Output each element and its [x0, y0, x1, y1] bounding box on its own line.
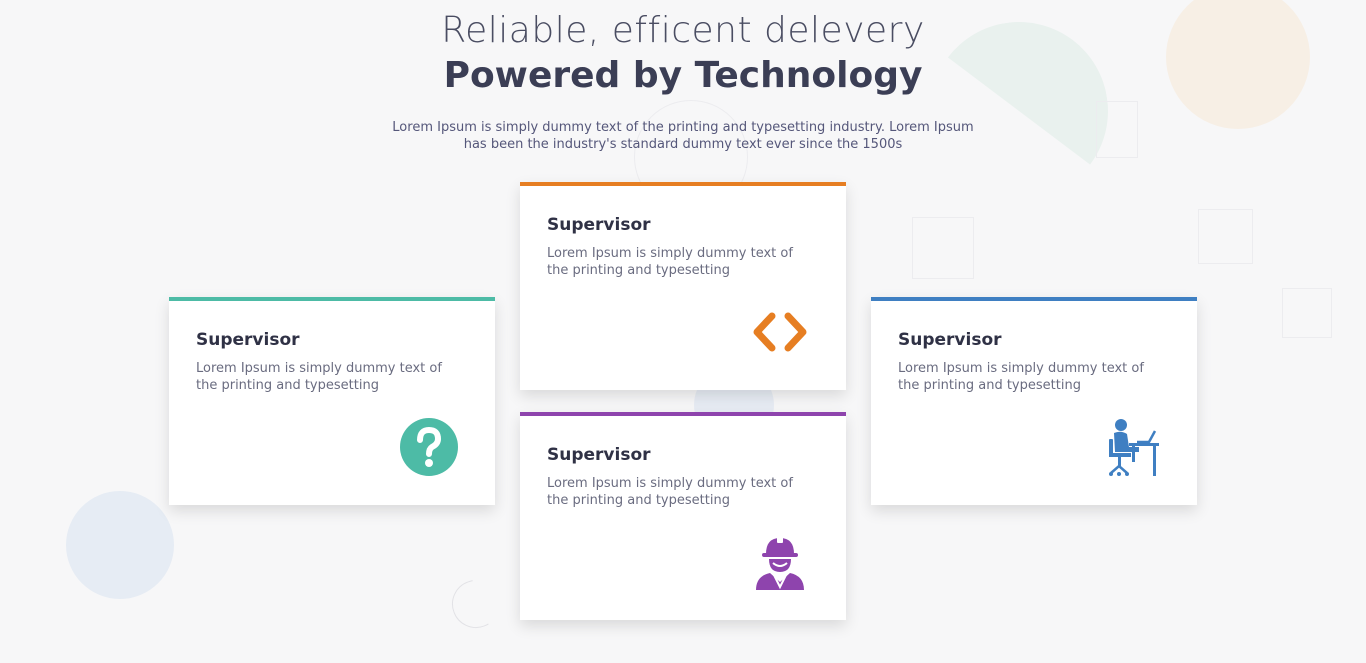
- card-title: Supervisor: [898, 330, 1002, 350]
- feature-card: Supervisor Lorem Ipsum is simply dummy t…: [520, 412, 846, 620]
- card-text: Lorem Ipsum is simply dummy text of the …: [196, 361, 442, 393]
- decorative-square: [912, 217, 974, 279]
- decorative-square: [1282, 288, 1332, 338]
- card-title: Supervisor: [547, 215, 651, 235]
- card-title: Supervisor: [196, 330, 300, 350]
- card-text: Lorem Ipsum is simply dummy text of the …: [898, 361, 1144, 393]
- feature-card: Supervisor Lorem Ipsum is simply dummy t…: [871, 297, 1197, 505]
- card-title: Supervisor: [547, 445, 651, 465]
- person-at-desk-icon: [1101, 417, 1161, 477]
- decorative-square: [1096, 101, 1138, 158]
- hero-description: Lorem Ipsum is simply dummy text of the …: [392, 120, 974, 152]
- decorative-square: [1198, 209, 1253, 264]
- card-text: Lorem Ipsum is simply dummy text of the …: [547, 246, 793, 278]
- feature-card: Supervisor Lorem Ipsum is simply dummy t…: [169, 297, 495, 505]
- hero-title: Reliable, efficent delevery: [441, 10, 925, 51]
- code-brackets-icon: [750, 302, 810, 362]
- feature-card: Supervisor Lorem Ipsum is simply dummy t…: [520, 182, 846, 390]
- hero-subtitle: Powered by Technology: [443, 55, 923, 96]
- question-circle-icon: [399, 417, 459, 477]
- card-text: Lorem Ipsum is simply dummy text of the …: [547, 476, 793, 508]
- decorative-circle: [66, 491, 174, 599]
- decorative-half-circle-outline: [445, 573, 507, 635]
- worker-helmet-icon: [750, 532, 810, 592]
